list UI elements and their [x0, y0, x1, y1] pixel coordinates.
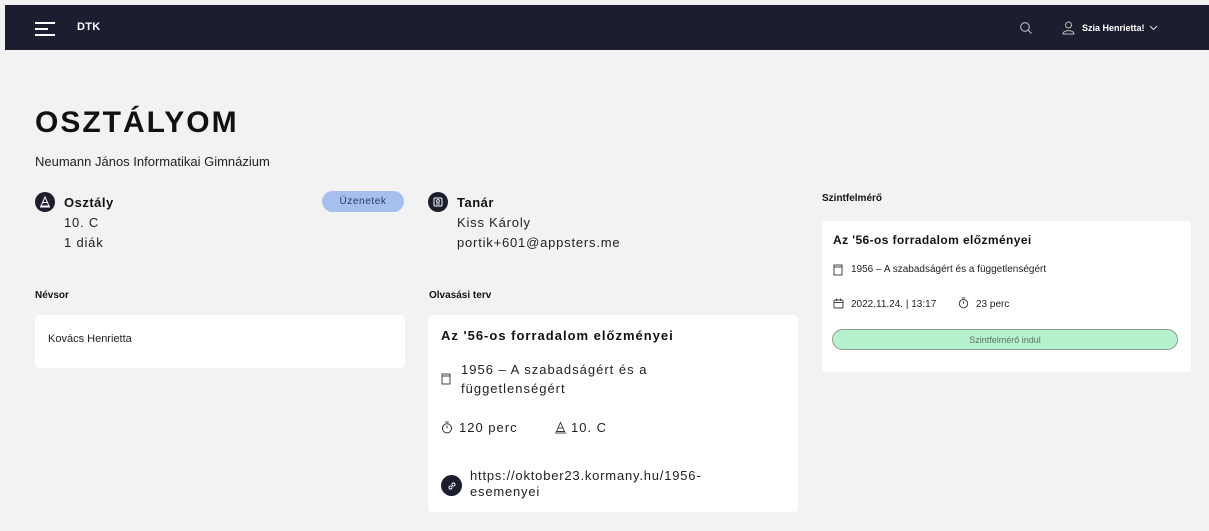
start-assessment-button[interactable]: Szintfelmérő indul [832, 329, 1178, 350]
user-icon [1062, 21, 1075, 35]
assessment-title: Az '56-os forradalom előzményei [833, 233, 1032, 247]
class-icon [554, 421, 567, 434]
timer-icon [958, 297, 969, 309]
teacher-title: Tanár [457, 195, 494, 210]
assessment-duration: 23 perc [976, 299, 1010, 310]
school-name: Neumann János Informatikai Gimnázium [35, 154, 270, 169]
list-item[interactable]: Kovács Henrietta [48, 333, 132, 345]
resource-link-line1[interactable]: https://oktober23.kormany.hu/1956- [470, 468, 780, 484]
reading-class: 10. C [571, 420, 608, 435]
assessment-datetime: 2022.11.24. | 13:17 [851, 299, 937, 310]
resource-link-line2[interactable]: esemenyei [470, 484, 780, 500]
student-count: 1 diák [64, 235, 104, 250]
timer-icon [441, 421, 453, 434]
assessment-label: Szintfelmérő [822, 193, 883, 204]
teacher-email: portik+601@appsters.me [457, 235, 621, 250]
assessment-book: 1956 – A szabadságért és a függetlenségé… [851, 264, 1047, 275]
brand-logo[interactable]: DTK [77, 21, 101, 33]
class-title: Osztály [64, 195, 114, 210]
user-greeting: Szia Henrietta! [1082, 23, 1145, 33]
book-icon [441, 373, 451, 385]
link-icon[interactable] [441, 475, 462, 496]
class-name: 10. C [64, 215, 100, 230]
book-title-line2: függetlenségért [461, 381, 566, 396]
teacher-icon [428, 192, 448, 212]
page-title: OSZTÁLYOM [35, 106, 239, 139]
teacher-name: Kiss Károly [457, 215, 531, 230]
reading-plan-title: Az '56-os forradalom előzményei [441, 328, 674, 343]
menu-icon[interactable] [35, 22, 55, 36]
top-navigation-bar: DTK Szia Henrietta! [5, 5, 1209, 50]
messages-button[interactable]: Üzenetek [322, 191, 404, 212]
book-title-line1: 1956 – A szabadságért és a [461, 362, 648, 377]
roster-label: Névsor [35, 290, 69, 301]
resource-link[interactable]: https://oktober23.kormany.hu/1956- eseme… [470, 468, 780, 500]
calendar-icon [833, 298, 844, 309]
reading-duration: 120 perc [459, 420, 518, 435]
chevron-down-icon [1149, 25, 1158, 31]
search-icon[interactable] [1019, 21, 1033, 35]
reading-plan-label: Olvasási terv [429, 290, 492, 301]
user-menu[interactable]: Szia Henrietta! [1062, 20, 1158, 36]
class-icon [35, 192, 55, 212]
book-icon [833, 264, 843, 276]
